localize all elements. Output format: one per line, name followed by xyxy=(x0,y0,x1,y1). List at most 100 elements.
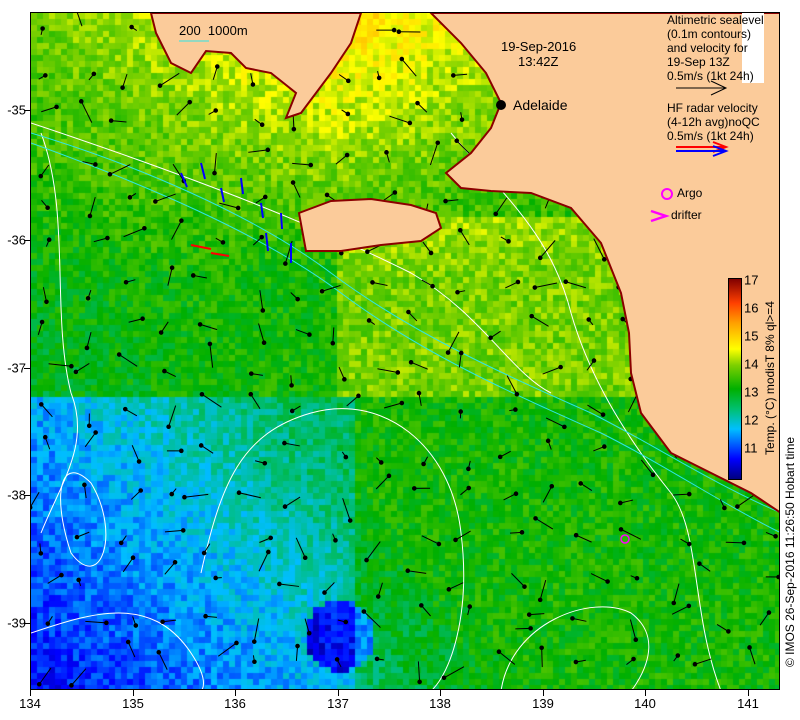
velocity-arrow xyxy=(253,618,260,642)
velocity-arrow-head xyxy=(391,27,397,33)
velocity-arrow-head xyxy=(207,341,213,347)
velocity-arrow-head xyxy=(773,533,778,539)
velocity-arrow xyxy=(89,196,96,217)
velocity-arrow-head xyxy=(87,213,93,219)
velocity-arrow-head xyxy=(54,104,59,110)
velocity-arrow xyxy=(158,652,168,670)
velocity-arrow xyxy=(41,106,57,113)
velocity-arrow-head xyxy=(457,227,463,233)
velocity-arrow xyxy=(749,647,756,665)
colorbar-tick: 16 xyxy=(744,300,759,316)
velocity-arrow-head xyxy=(187,99,193,105)
legend-line: Altimetric sealevel xyxy=(667,13,764,27)
x-tick-label: 137 xyxy=(327,696,349,711)
velocity-arrow-head xyxy=(203,613,208,619)
velocity-arrow-head xyxy=(633,637,639,642)
velocity-arrow xyxy=(366,541,381,561)
velocity-arrow xyxy=(250,393,261,410)
velocity-arrow xyxy=(401,58,417,77)
velocity-arrow-head xyxy=(488,335,493,341)
velocity-arrow xyxy=(541,647,543,668)
velocity-arrow-head xyxy=(76,577,81,583)
legend-line: HF radar velocity xyxy=(667,101,758,115)
x-tick-mark xyxy=(645,690,646,696)
city-label-adelaide: Adelaide xyxy=(513,97,568,113)
velocity-arrow-head xyxy=(545,438,551,444)
velocity-arrow xyxy=(429,142,439,166)
x-tick-mark xyxy=(748,690,749,696)
velocity-arrow xyxy=(284,496,301,508)
velocity-arrow xyxy=(131,445,140,462)
velocity-arrow xyxy=(71,668,87,686)
velocity-arrow-head xyxy=(620,316,626,322)
velocity-arrow-head xyxy=(618,500,623,506)
velocity-arrow xyxy=(258,551,269,572)
velocity-arrow-head xyxy=(212,170,217,176)
velocity-arrow xyxy=(455,530,471,541)
velocity-arrow-head xyxy=(236,490,242,496)
velocity-arrow-head xyxy=(38,402,44,407)
velocity-arrow-head xyxy=(220,240,226,245)
legend-line: 0.5m/s (1kt 24h) xyxy=(667,69,754,83)
x-tick-mark xyxy=(543,690,544,696)
velocity-arrow-head xyxy=(416,390,422,396)
velocity-arrow-head xyxy=(291,126,297,132)
velocity-arrow xyxy=(363,611,381,628)
velocity-arrow xyxy=(620,528,642,540)
velocity-arrow xyxy=(375,475,390,490)
velocity-arrow-head xyxy=(308,162,314,168)
velocity-arrow-head xyxy=(766,610,772,615)
velocity-arrow-head xyxy=(600,412,606,417)
velocity-arrow xyxy=(279,583,300,587)
velocity-arrow-head xyxy=(342,377,347,382)
velocity-arrow-head xyxy=(82,482,87,488)
velocity-arrow xyxy=(84,432,97,448)
velocity-arrow-head xyxy=(522,584,527,589)
colorbar-tick: 11 xyxy=(744,440,758,456)
x-tick-label: 136 xyxy=(224,696,246,711)
kangaroo-island xyxy=(297,197,443,252)
velocity-arrow-head xyxy=(290,180,296,185)
velocity-arrow-head xyxy=(262,194,268,200)
velocity-arrow-head xyxy=(436,541,442,547)
x-tick-label: 139 xyxy=(532,696,554,711)
velocity-arrow xyxy=(75,363,90,373)
velocity-arrow-head xyxy=(411,486,417,491)
velocity-arrow-head xyxy=(562,424,567,430)
velocity-arrow-head xyxy=(408,360,414,365)
velocity-arrow xyxy=(47,574,62,584)
velocity-arrow-head xyxy=(260,308,266,313)
velocity-arrow-head xyxy=(282,504,288,509)
velocity-arrow xyxy=(587,404,604,416)
velocity-arrow-head xyxy=(251,639,257,644)
velocity-arrow-head xyxy=(347,518,353,523)
velocity-arrow-head xyxy=(513,407,518,412)
velocity-arrow xyxy=(238,492,261,499)
velocity-arrow-head xyxy=(395,370,401,375)
velocity-arrow-head xyxy=(180,528,186,533)
velocity-arrow xyxy=(38,667,52,685)
velocity-arrow xyxy=(332,327,335,344)
x-tick-mark xyxy=(235,690,236,696)
velocity-arrow-head xyxy=(182,494,187,500)
velocity-arrow-head xyxy=(384,150,389,155)
velocity-arrow-head xyxy=(399,56,405,62)
velocity-arrow-head xyxy=(172,559,178,565)
velocity-arrow-head xyxy=(36,681,42,687)
velocity-arrow-head xyxy=(259,234,265,240)
velocity-arrow-head xyxy=(84,345,90,351)
velocity-arrow xyxy=(86,332,92,349)
legend-line: (0.1m contours) xyxy=(667,27,752,41)
velocity-arrow-head xyxy=(392,190,398,195)
velocity-arrow-head xyxy=(38,173,44,179)
velocity-arrow-head xyxy=(370,280,375,285)
velocity-arrow-head xyxy=(533,516,538,521)
velocity-arrow-head xyxy=(506,239,511,244)
velocity-arrow-head xyxy=(441,675,447,681)
velocity-arrow-head xyxy=(138,488,144,493)
velocity-arrow-head xyxy=(497,454,503,460)
velocity-arrow xyxy=(342,498,351,521)
velocity-arrow-head xyxy=(125,639,131,645)
velocity-arrow-head xyxy=(45,621,51,626)
velocity-arrow-head xyxy=(261,340,267,346)
